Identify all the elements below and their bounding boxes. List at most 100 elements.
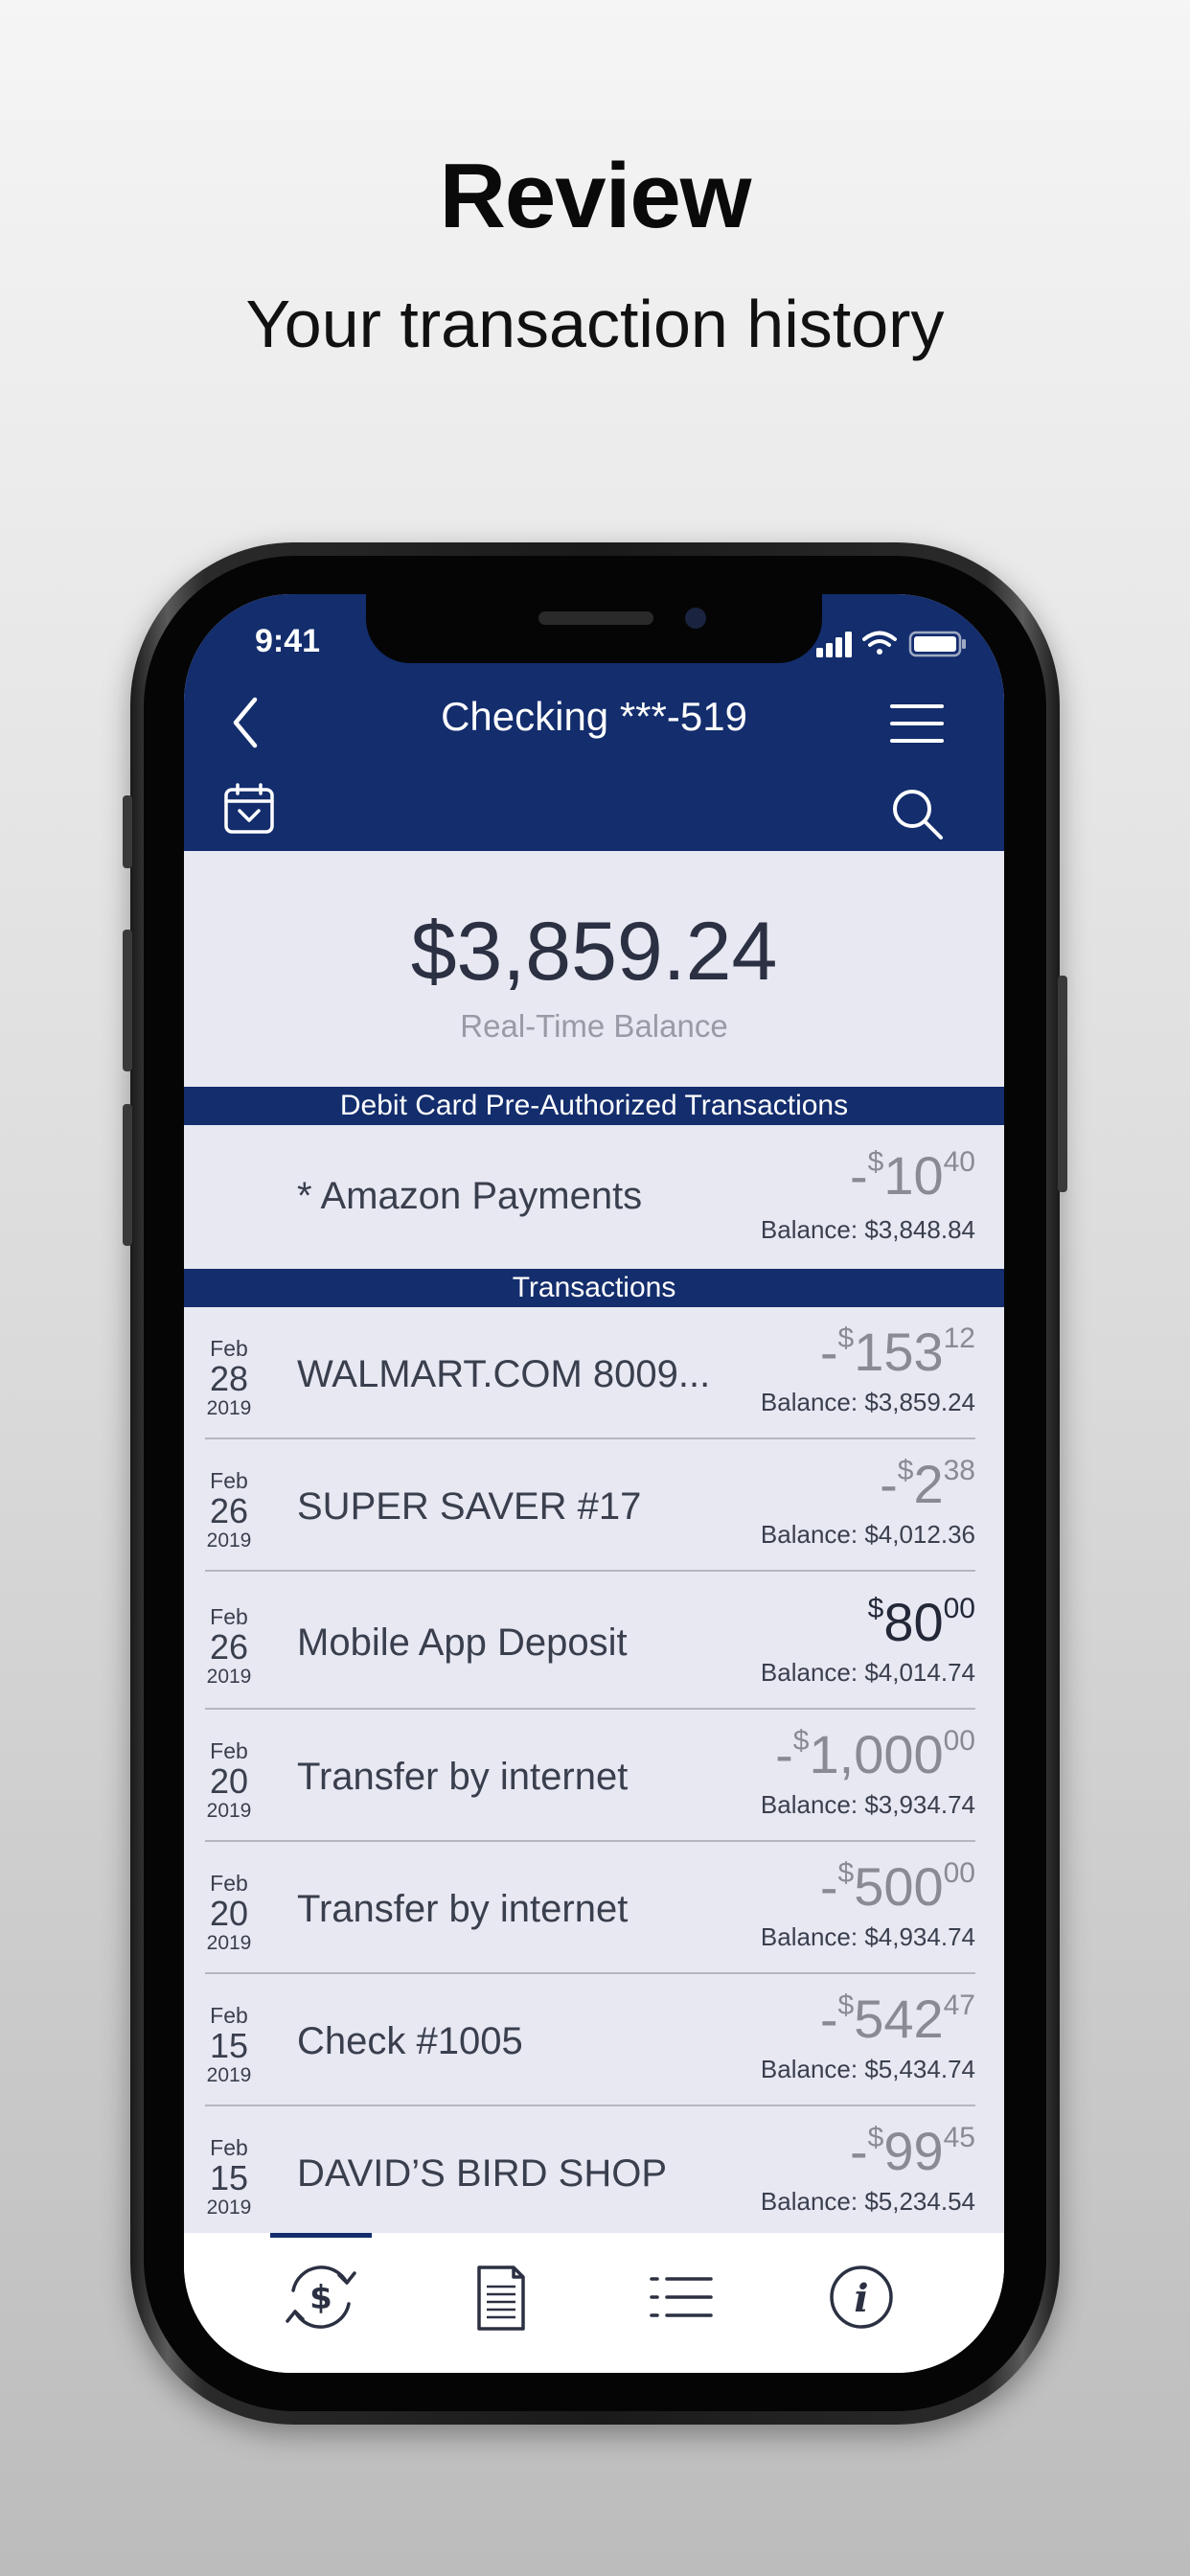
date-month: Feb	[210, 2003, 248, 2028]
phone-power-button	[1058, 976, 1067, 1192]
amount-cents: 40	[943, 1146, 975, 1178]
amount-dollars: 2	[913, 1454, 944, 1514]
transaction-amount: -$9945	[850, 2120, 975, 2182]
transactions-section-header: Transactions	[184, 1269, 1004, 1307]
date-month: Feb	[210, 2135, 248, 2160]
amount-dollars: 1,000	[809, 1724, 944, 1784]
date-day: 26	[209, 1491, 249, 1530]
svg-text:$: $	[309, 2279, 332, 2317]
amount-cents: 00	[943, 1857, 975, 1889]
date-month: Feb	[210, 1738, 248, 1763]
date-month: Feb	[210, 1468, 248, 1493]
date-month: Feb	[210, 1336, 248, 1361]
date-year: 2019	[206, 1800, 252, 1822]
transaction-amount: -$1,00000	[775, 1723, 975, 1785]
transaction-amount: -$1040	[850, 1144, 975, 1207]
transaction-date: Feb 26 2019	[197, 1468, 261, 1552]
date-year: 2019	[206, 2196, 252, 2219]
balance-label: Real-Time Balance	[460, 1008, 728, 1044]
amount-dollars: 80	[883, 1592, 944, 1652]
transaction-row[interactable]: Feb 26 2019 Mobile App Deposit $8000 Bal…	[184, 1572, 1004, 1710]
balance-panel: $3,859.24 Real-Time Balance	[184, 851, 1004, 1087]
date-day: 20	[209, 1894, 249, 1933]
transaction-row[interactable]: Feb 15 2019 DAVID’S BIRD SHOP -$9945 Bal…	[184, 2106, 1004, 2239]
date-day: 15	[209, 2158, 249, 2197]
transaction-amount: -$15312	[820, 1321, 975, 1383]
running-balance: Balance: $5,234.54	[760, 2187, 975, 2216]
transaction-description: * Amazon Payments	[297, 1175, 643, 1217]
front-camera	[685, 608, 706, 629]
phone-volume-up-button	[123, 930, 132, 1071]
amount-currency: $	[837, 1990, 855, 2021]
tab-bar: $ i	[184, 2233, 1004, 2373]
transaction-date: Feb 28 2019	[197, 1336, 261, 1420]
transaction-amount: -$50000	[820, 1855, 975, 1918]
amount-currency: $	[837, 1322, 855, 1354]
transaction-date: Feb 15 2019	[197, 2003, 261, 2087]
amount-sign: -	[880, 1454, 898, 1514]
transaction-row[interactable]: Feb 28 2019 WALMART.COM 8009... -$15312 …	[184, 1307, 1004, 1439]
status-time: 9:41	[255, 623, 321, 659]
date-day: 15	[209, 2026, 249, 2065]
amount-dollars: 542	[854, 1989, 944, 2049]
transaction-description: Transfer by internet	[297, 1888, 629, 1930]
balance-amount: $3,859.24	[410, 906, 778, 998]
list-icon[interactable]	[638, 2254, 724, 2340]
document-icon[interactable]	[458, 2254, 544, 2340]
amount-dollars: 10	[883, 1145, 944, 1206]
svg-text:i: i	[854, 2276, 868, 2321]
transaction-amount: $8000	[868, 1591, 975, 1653]
dollar-refresh-icon[interactable]: $	[278, 2254, 364, 2340]
selected-tab-indicator	[270, 2233, 372, 2238]
transaction-amount: -$238	[880, 1453, 975, 1515]
date-year: 2019	[206, 1530, 252, 1552]
amount-currency: $	[792, 1725, 810, 1757]
running-balance: Balance: $3,934.74	[760, 1790, 975, 1819]
amount-currency: $	[837, 1857, 855, 1889]
date-month: Feb	[210, 1871, 248, 1896]
date-year: 2019	[206, 2064, 252, 2086]
amount-currency: $	[867, 1146, 884, 1178]
transaction-row[interactable]: Feb 15 2019 Check #1005 -$54247 Balance:…	[184, 1974, 1004, 2106]
date-year: 2019	[206, 1932, 252, 1954]
transaction-date: Feb 15 2019	[197, 2135, 261, 2220]
running-balance: Balance: $4,014.74	[760, 1658, 975, 1687]
phone-silent-switch	[123, 795, 132, 868]
transaction-date: Feb 26 2019	[197, 1604, 261, 1689]
amount-dollars: 99	[883, 2121, 944, 2181]
date-year: 2019	[206, 1397, 252, 1419]
search-icon[interactable]	[889, 786, 947, 841]
pending-section-header: Debit Card Pre-Authorized Transactions	[184, 1087, 1004, 1125]
info-icon[interactable]: i	[818, 2254, 904, 2340]
promo-title: Review	[439, 145, 752, 247]
amount-cents: 38	[943, 1455, 975, 1486]
amount-cents: 47	[943, 1990, 975, 2021]
wifi-icon	[862, 631, 897, 655]
date-day: 28	[209, 1359, 249, 1398]
amount-sign: -	[819, 1322, 838, 1382]
pending-transaction-row[interactable]: * Amazon Payments -$1040 Balance: $3,848…	[184, 1125, 1004, 1269]
status-icons	[816, 631, 966, 657]
calendar-icon[interactable]	[222, 782, 276, 836]
amount-currency: $	[867, 2122, 884, 2153]
date-year: 2019	[206, 1666, 252, 1688]
date-day: 20	[209, 1761, 249, 1801]
app-header: 9:41 Checking ***-519	[184, 594, 1004, 851]
running-balance: Balance: $4,934.74	[760, 1922, 975, 1951]
amount-sign: -	[819, 1856, 838, 1917]
menu-icon[interactable]	[889, 702, 945, 746]
amount-cents: 12	[943, 1322, 975, 1354]
amount-cents: 00	[943, 1593, 975, 1624]
running-balance: Balance: $3,848.84	[760, 1215, 975, 1244]
amount-cents: 00	[943, 1725, 975, 1757]
transaction-description: Transfer by internet	[297, 1756, 629, 1798]
battery-icon	[908, 631, 966, 657]
signal-icon	[816, 632, 852, 657]
amount-dollars: 153	[854, 1322, 944, 1382]
transaction-row[interactable]: Feb 20 2019 Transfer by internet -$50000…	[184, 1842, 1004, 1974]
amount-sign: -	[819, 1989, 838, 2049]
transaction-row[interactable]: Feb 20 2019 Transfer by internet -$1,000…	[184, 1710, 1004, 1842]
transaction-row[interactable]: Feb 26 2019 SUPER SAVER #17 -$238 Balanc…	[184, 1439, 1004, 1572]
running-balance: Balance: $3,859.24	[760, 1388, 975, 1416]
amount-currency: $	[867, 1593, 884, 1624]
